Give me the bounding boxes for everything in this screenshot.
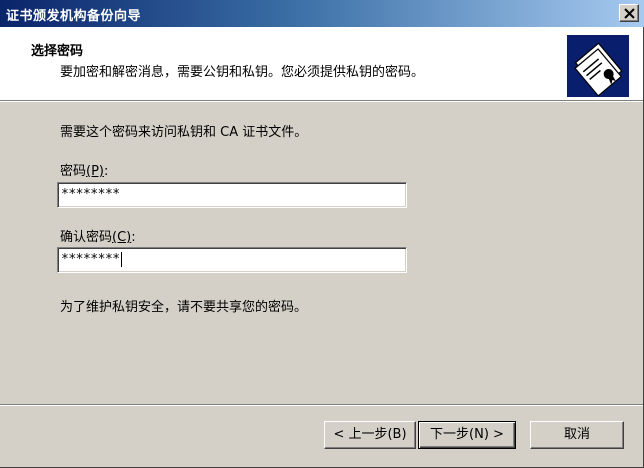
wizard-header: 选择密码 要加密和解密消息，需要公钥和私钥。您必须提供私钥的密码。 bbox=[0, 27, 643, 101]
page-title: 选择密码 bbox=[31, 44, 84, 59]
confirm-password-label: 确认密码(C): bbox=[60, 230, 136, 245]
password-field[interactable]: ******** bbox=[57, 182, 407, 208]
close-button[interactable] bbox=[619, 4, 639, 22]
header-divider bbox=[0, 101, 643, 102]
security-note: 为了维护私钥安全，请不要共享您的密码。 bbox=[60, 300, 308, 315]
text-caret bbox=[120, 252, 122, 267]
footer-divider-highlight bbox=[0, 405, 643, 406]
password-value: ******** bbox=[61, 187, 120, 202]
title-bar[interactable]: 证书颁发机构备份向导 bbox=[0, 0, 644, 27]
wizard-dialog: 证书颁发机构备份向导 选择密码 要加密和解密消息，需要公钥和私钥。您必须提供私钥… bbox=[0, 0, 644, 468]
back-button[interactable]: < 上一步(B) bbox=[324, 421, 416, 449]
certificate-wizard-icon bbox=[567, 35, 629, 97]
window-title: 证书颁发机构备份向导 bbox=[6, 9, 142, 24]
intro-text: 需要这个密码来访问私钥和 CA 证书文件。 bbox=[60, 125, 308, 140]
confirm-password-field[interactable]: ******** bbox=[57, 247, 407, 273]
cancel-button[interactable]: 取消 bbox=[530, 421, 624, 449]
password-label: 密码(P): bbox=[60, 164, 109, 179]
close-icon bbox=[624, 8, 635, 19]
page-subtitle: 要加密和解密消息，需要公钥和私钥。您必须提供私钥的密码。 bbox=[60, 65, 425, 80]
confirm-password-value: ******** bbox=[61, 252, 120, 267]
next-button[interactable]: 下一步(N) > bbox=[418, 421, 516, 449]
